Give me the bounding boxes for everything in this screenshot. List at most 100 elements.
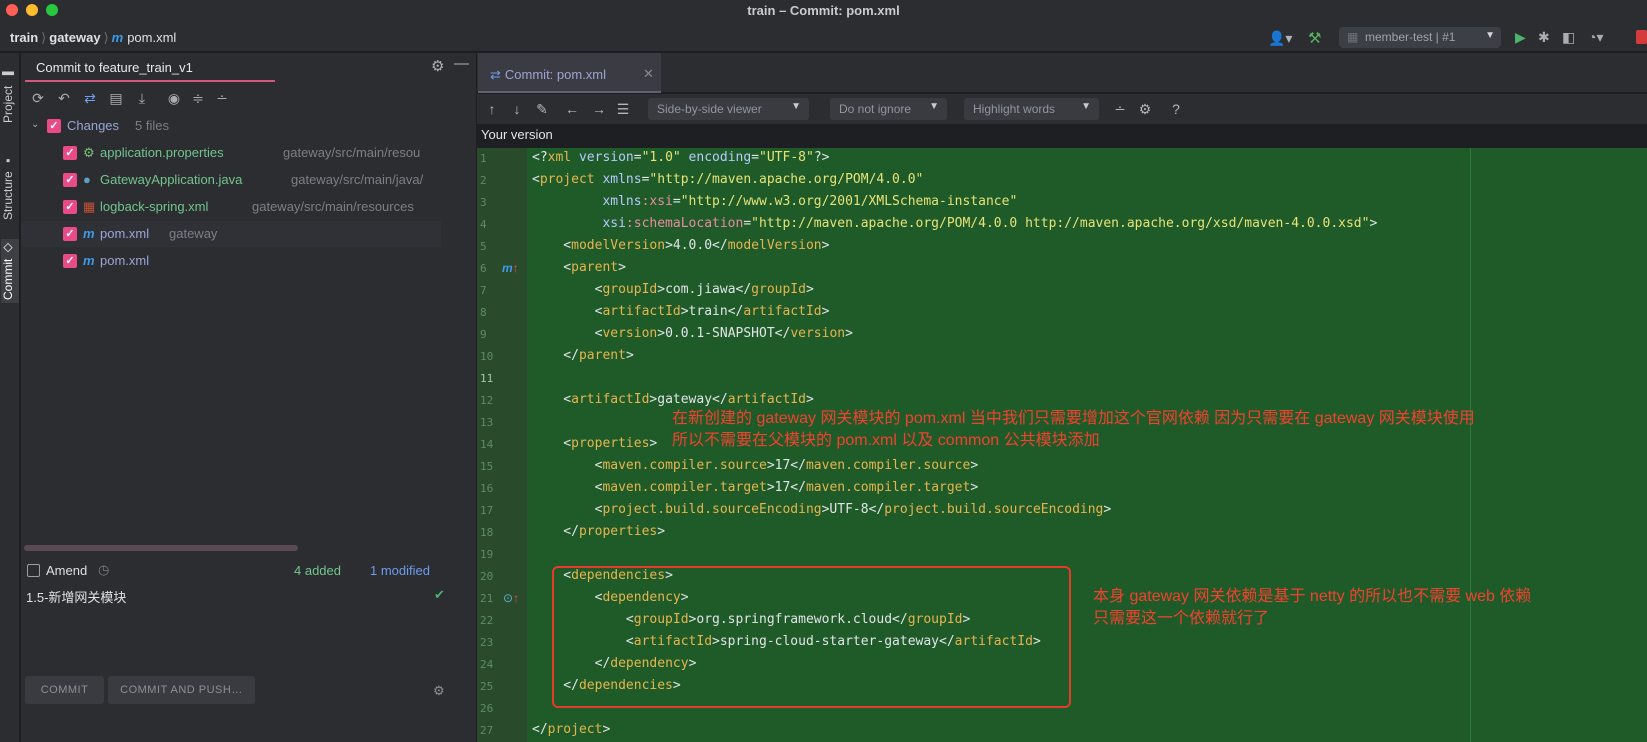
file-path: gateway/src/main/resou [283, 145, 421, 160]
commit-button[interactable]: COMMIT [25, 676, 104, 704]
code-line: <?xml version="1.0" encoding="UTF-8"?> [532, 150, 830, 165]
folder-icon: ▬ [1, 68, 15, 83]
file-row[interactable]: ✓ m pom.xml [21, 248, 476, 274]
chevron-down-icon[interactable]: ⌄ [31, 119, 39, 130]
code-line: <maven.compiler.source>17</maven.compile… [532, 458, 979, 473]
forward-icon[interactable]: → [588, 98, 610, 120]
structure-tool-tab[interactable]: Structure ▪ [1, 145, 19, 229]
changes-checkbox[interactable]: ✓ [47, 119, 61, 133]
menu-icon[interactable]: ☰ [612, 98, 634, 120]
file-row[interactable]: ✓ m pom.xml gateway [21, 221, 441, 247]
file-row[interactable]: ✓ ▦ logback-spring.xml gateway/src/main/… [21, 194, 476, 220]
properties-file-icon: ⚙ [83, 145, 95, 160]
file-row[interactable]: ✓ ● GatewayApplication.java gateway/src/… [21, 167, 476, 193]
commit-and-push-button[interactable]: COMMIT AND PUSH… [108, 676, 255, 704]
commit-options-gear-icon[interactable]: ⚙ [433, 683, 445, 699]
tab-commit-pom[interactable]: ⇄ Commit: pom.xml ✕ [478, 53, 661, 93]
back-icon[interactable]: ← [561, 98, 583, 120]
file-name: application.properties [100, 145, 224, 160]
line-number: 16 [480, 482, 494, 495]
run-configuration-selector[interactable]: ▦ member-test | #1 ▼ [1339, 27, 1501, 48]
commit-tool-tab[interactable]: Commit ◇ [1, 239, 19, 303]
code-line: <project.build.sourceEncoding>UTF-8</pro… [532, 502, 1112, 517]
chevron-down-icon: ▼ [1081, 101, 1091, 112]
horizontal-scrollbar[interactable] [24, 545, 298, 551]
amend-row: Amend ◷ 4 added 1 modified [21, 557, 476, 583]
breadcrumb-module[interactable]: gateway [49, 30, 100, 45]
java-class-icon: ● [83, 172, 91, 187]
maven-parent-icon[interactable]: m↑ [502, 261, 519, 275]
file-name: logback-spring.xml [100, 199, 209, 214]
file-path: gateway/src/main/resources [252, 199, 414, 214]
next-difference-icon[interactable]: ↓ [506, 98, 528, 120]
collapse-all-icon[interactable]: ∸ [211, 87, 233, 109]
highlight-box-dependencies [552, 566, 1071, 708]
file-checkbox[interactable]: ✓ [63, 146, 77, 160]
viewer-mode-dropdown[interactable]: Side-by-side viewer ▼ [648, 98, 809, 120]
line-number: 4 [480, 218, 487, 231]
breadcrumb-project[interactable]: train [10, 30, 38, 45]
chevron-down-icon: ▼ [791, 101, 801, 112]
gear-icon[interactable]: ⚙ [431, 57, 444, 75]
run-icon[interactable]: ▶ [1515, 29, 1526, 46]
highlight-mode-dropdown[interactable]: Highlight words ▼ [964, 98, 1099, 120]
changelist-icon[interactable]: ▤ [105, 87, 127, 109]
coverage-icon[interactable]: ◧ [1562, 29, 1575, 46]
file-checkbox[interactable]: ✓ [63, 173, 77, 187]
file-name: GatewayApplication.java [100, 172, 243, 187]
line-number: 27 [480, 724, 494, 737]
history-icon[interactable]: ◷ [98, 562, 109, 578]
window-title: train – Commit: pom.xml [747, 3, 900, 18]
line-number: 26 [480, 702, 494, 715]
run-config-icon: ▦ [1347, 30, 1359, 44]
collapse-unchanged-icon[interactable]: ∸ [1109, 98, 1131, 120]
rollback-icon[interactable]: ↶ [53, 87, 75, 109]
amend-checkbox[interactable] [27, 564, 40, 577]
changes-count: 5 files [135, 118, 169, 133]
breadcrumb: train ⟩ gateway ⟩ m pom.xml [10, 30, 177, 45]
title-bar: train – Commit: pom.xml [0, 0, 1647, 22]
code-line: <parent> [532, 260, 626, 275]
show-diff-icon[interactable]: ⇄ [79, 87, 101, 109]
dependency-gutter-icon[interactable]: ⊙↑ [503, 591, 519, 605]
maven-icon: m [111, 30, 124, 45]
changes-group-row[interactable]: ⌄ ✓ Changes 5 files [21, 113, 476, 139]
line-number: 20 [480, 570, 494, 583]
shelve-icon[interactable]: ⤓ [131, 87, 153, 109]
minimize-icon[interactable]: — [454, 55, 469, 72]
commit-message-input[interactable]: 1.5-新增网关模块 [26, 587, 126, 606]
amend-label[interactable]: Amend [46, 563, 87, 578]
code-line: <maven.compiler.target>17</maven.compile… [532, 480, 979, 495]
file-name: pom.xml [100, 253, 150, 268]
structure-icon: ▪ [1, 153, 15, 168]
ignore-mode-dropdown[interactable]: Do not ignore ▼ [830, 98, 947, 120]
debug-icon[interactable]: ✱ [1538, 29, 1550, 46]
commit-panel: Commit to feature_train_v1 ⚙ — ⟳ ↶ ⇄ ▤ ⤓… [21, 53, 476, 742]
line-number: 3 [480, 196, 487, 209]
maven-icon: m [83, 226, 95, 241]
line-number: 6 [480, 262, 487, 275]
code-line: </parent> [532, 348, 634, 363]
expand-all-icon[interactable]: ≑ [187, 87, 209, 109]
edit-icon[interactable]: ✎ [531, 98, 553, 120]
close-icon[interactable]: ✕ [643, 66, 654, 82]
build-hammer-icon[interactable]: ⚒ [1308, 29, 1321, 47]
refresh-icon[interactable]: ⟳ [27, 87, 49, 109]
editor-tabs: ⇄ Commit: pom.xml ✕ [477, 53, 1647, 93]
file-checkbox[interactable]: ✓ [63, 200, 77, 214]
file-row[interactable]: ✓ ⚙ application.properties gateway/src/m… [21, 140, 476, 166]
file-checkbox[interactable]: ✓ [63, 227, 77, 241]
file-checkbox[interactable]: ✓ [63, 254, 77, 268]
eye-icon[interactable]: ◉ [163, 87, 185, 109]
help-icon[interactable]: ? [1165, 98, 1187, 120]
notification-icon[interactable] [1636, 30, 1647, 44]
user-icon[interactable]: 👤▾ [1268, 30, 1292, 47]
breadcrumb-file[interactable]: pom.xml [127, 30, 176, 45]
project-tool-tab[interactable]: Project ▬ [1, 61, 19, 131]
previous-difference-icon[interactable]: ↑ [481, 98, 503, 120]
profiler-icon[interactable]: ◔▾ [1588, 29, 1603, 46]
line-number: 22 [480, 614, 494, 627]
line-number: 12 [480, 394, 494, 407]
settings-gear-icon[interactable]: ⚙ [1134, 98, 1156, 120]
modified-count: 1 modified [370, 563, 430, 578]
